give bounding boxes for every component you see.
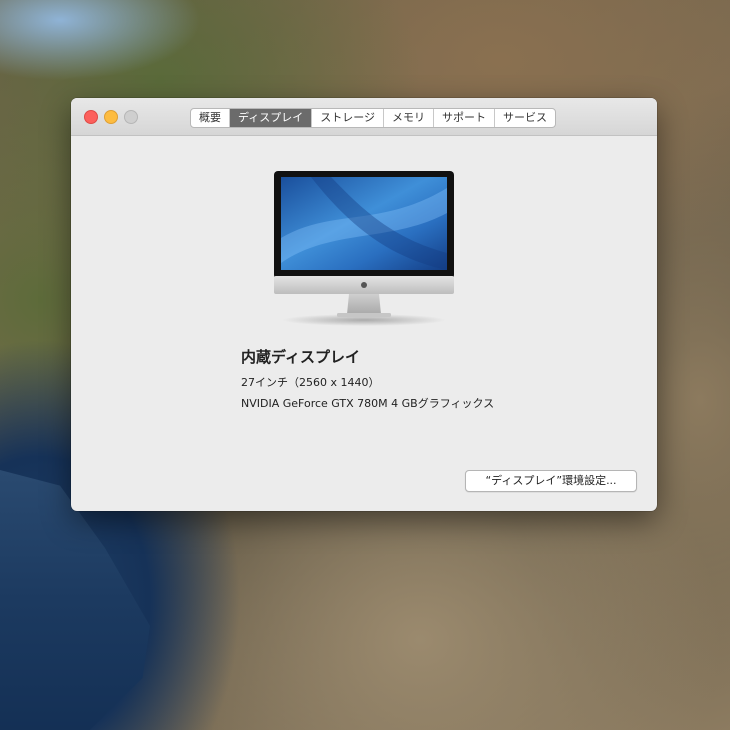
display-graphics: NVIDIA GeForce GTX 780M 4 GBグラフィックス [241,397,495,410]
tab-support[interactable]: サポート [434,109,496,127]
about-this-mac-window: 概要 ディスプレイ ストレージ メモリ サポート サービス 内蔵ディスプレイ 2… [71,98,657,511]
display-preferences-button[interactable]: “ディスプレイ”環境設定... [465,470,637,492]
tab-storage[interactable]: ストレージ [312,109,385,127]
zoom-button [124,110,138,124]
imac-display-icon [274,171,454,326]
display-title: 内蔵ディスプレイ [241,348,360,366]
minimize-button[interactable] [104,110,118,124]
tab-overview[interactable]: 概要 [191,109,230,127]
display-size-resolution: 27インチ（2560 x 1440） [241,376,380,389]
tab-displays[interactable]: ディスプレイ [230,109,313,127]
tab-service[interactable]: サービス [495,109,555,127]
tab-bar: 概要 ディスプレイ ストレージ メモリ サポート サービス [190,108,557,128]
close-button[interactable] [84,110,98,124]
window-titlebar[interactable]: 概要 ディスプレイ ストレージ メモリ サポート サービス [71,98,657,136]
tab-memory[interactable]: メモリ [384,109,435,127]
